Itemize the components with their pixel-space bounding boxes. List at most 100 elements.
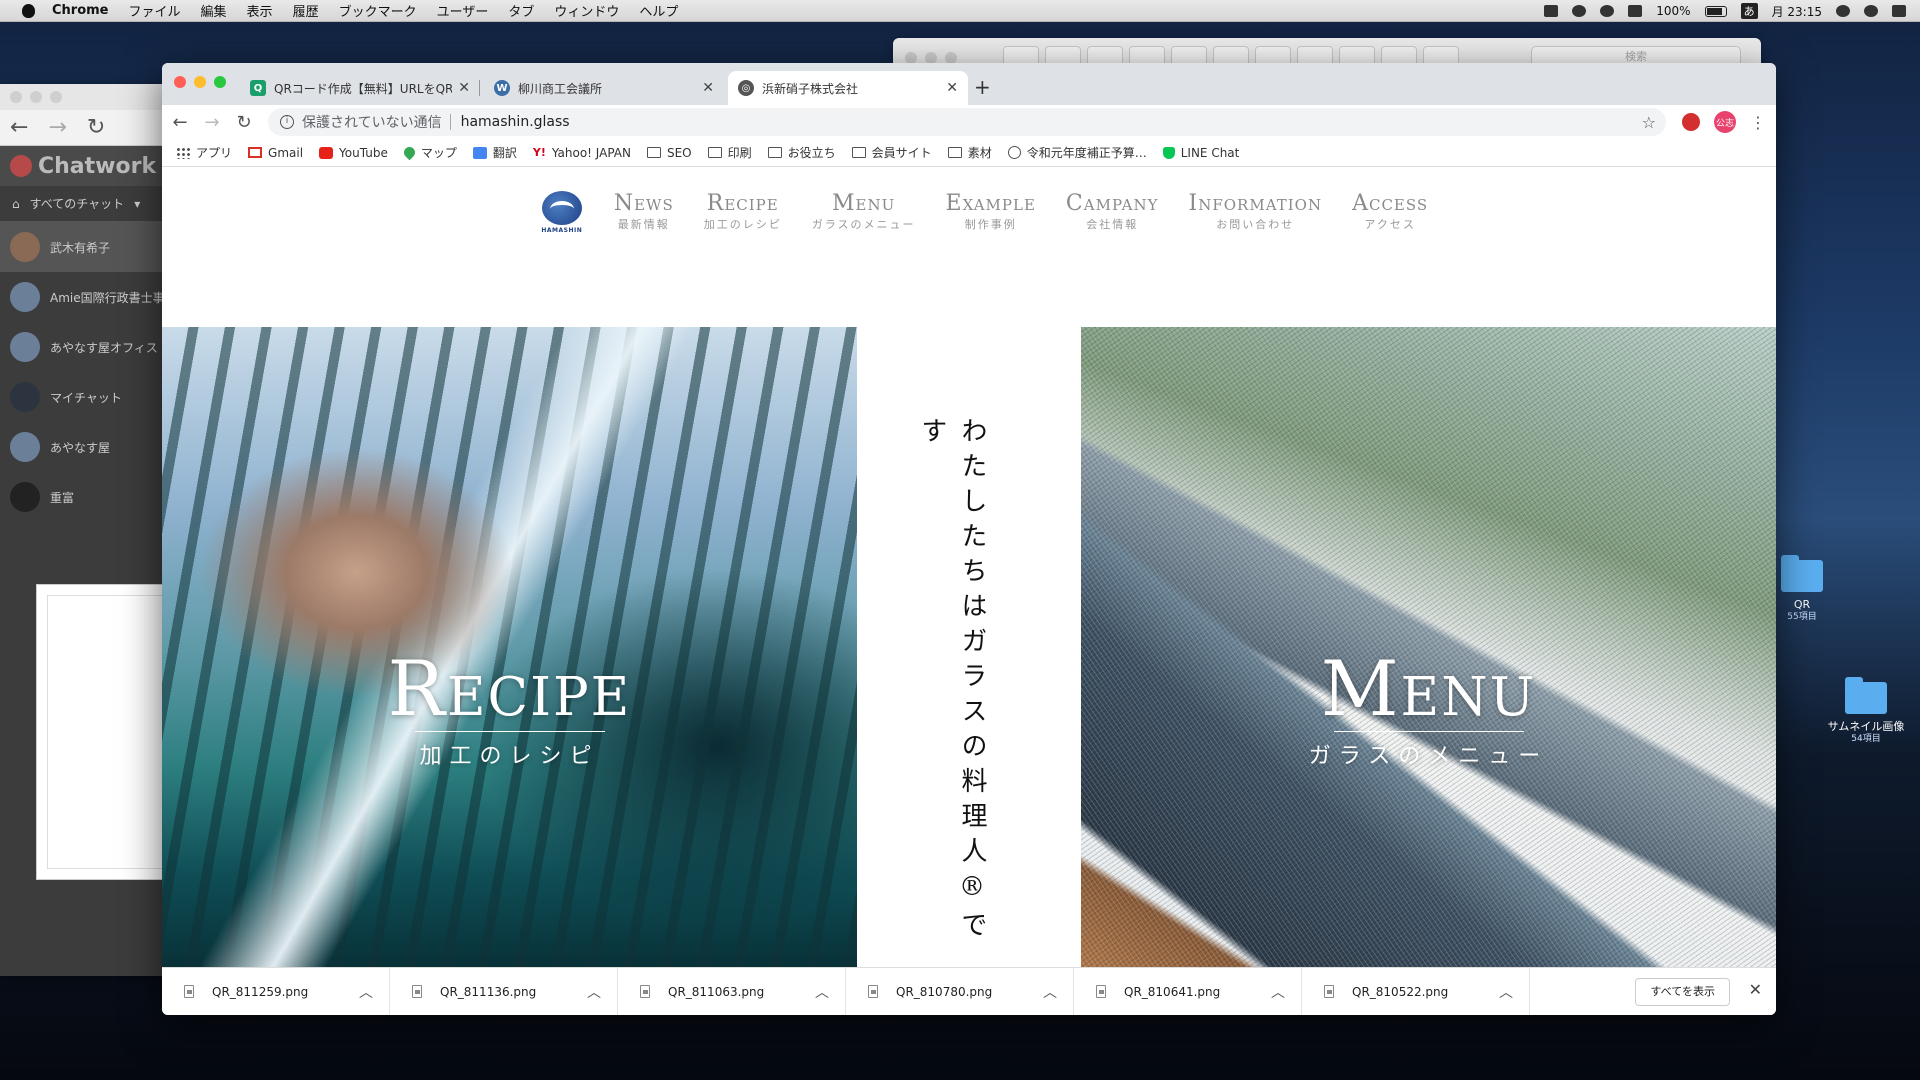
menu-tab[interactable]: タブ [508, 1, 534, 20]
extension-icon[interactable] [1682, 113, 1700, 131]
wifi-icon[interactable] [1628, 5, 1643, 17]
reload-icon[interactable]: ↻ [236, 112, 252, 133]
menu-help[interactable]: ヘルプ [639, 1, 678, 20]
nav-company[interactable]: Campany 会社情報 [1066, 191, 1159, 233]
bookmark-line-chat[interactable]: LINE Chat [1162, 146, 1239, 160]
menu-app-name[interactable]: Chrome [52, 3, 109, 18]
nav-example[interactable]: Example 制作事例 [946, 191, 1036, 233]
bookmark-folder-members[interactable]: 会員サイト [851, 144, 932, 161]
reload-icon[interactable]: ↻ [87, 115, 105, 140]
menu-edit[interactable]: 編集 [201, 1, 227, 20]
tab-close-icon[interactable]: ✕ [946, 80, 958, 96]
menu-view[interactable]: 表示 [247, 1, 273, 20]
desktop-folder-count: 54項目 [1851, 734, 1881, 744]
menu-window[interactable]: ウィンドウ [554, 1, 619, 20]
sync-icon[interactable] [1572, 5, 1587, 17]
tab-hamashin[interactable]: ◎ 浜新硝子株式会社 ✕ [728, 71, 968, 105]
bookmark-budget[interactable]: 令和元年度補正予算… [1007, 144, 1147, 161]
window-close-icon[interactable] [174, 76, 186, 88]
window-close-icon[interactable] [10, 91, 22, 103]
window-zoom-icon[interactable] [50, 91, 62, 103]
security-status[interactable]: 保護されていない通信 [302, 112, 442, 132]
download-item[interactable]: QR_810641.png ︿ [1074, 967, 1302, 1015]
desktop-folder-thumbnails[interactable]: サムネイル画像 54項目 [1821, 677, 1911, 746]
menu-history[interactable]: 履歴 [293, 1, 319, 20]
chevron-up-icon[interactable]: ︿ [815, 982, 829, 1002]
bookmark-yahoo[interactable]: Y! Yahoo! JAPAN [533, 146, 631, 160]
menu-clock[interactable]: 月 23:15 [1772, 3, 1822, 20]
chat-filter-dropdown[interactable]: ⌂ すべてのチャット ▾ [0, 186, 165, 222]
bookmark-folder-seo[interactable]: SEO [646, 146, 692, 160]
address-bar[interactable]: i 保護されていない通信 hamashin.glass ☆ [268, 108, 1666, 136]
menu-file[interactable]: ファイル [129, 1, 181, 20]
download-item[interactable]: QR_811259.png ︿ [162, 967, 390, 1015]
bookmark-apps[interactable]: アプリ [176, 144, 232, 161]
menu-bookmarks[interactable]: ブックマーク [339, 1, 417, 20]
download-item[interactable]: QR_811136.png ︿ [390, 967, 618, 1015]
apple-menu-icon[interactable] [18, 0, 38, 22]
menu-photo-link[interactable]: Menu ガラスのメニュー [1081, 327, 1776, 973]
siri-icon[interactable] [1864, 5, 1878, 17]
url-text[interactable]: hamashin.glass [461, 114, 570, 130]
window-minimize-icon[interactable] [30, 91, 42, 103]
chevron-up-icon[interactable]: ︿ [1499, 982, 1513, 1002]
maps-icon [401, 144, 418, 161]
dropbox-icon[interactable] [1544, 5, 1559, 17]
bookmark-star-icon[interactable]: ☆ [1642, 113, 1656, 132]
notification-center-icon[interactable] [1892, 5, 1906, 17]
chat-room-item[interactable]: Amie国際行政書士事 [0, 272, 165, 322]
chevron-up-icon[interactable]: ︿ [587, 982, 601, 1002]
new-tab-plus-icon[interactable]: + [974, 75, 991, 99]
window-minimize-icon[interactable] [194, 76, 206, 88]
nav-information[interactable]: Information お問い合わせ [1189, 191, 1323, 233]
nav-label-en: Recipe [706, 191, 779, 216]
download-item[interactable]: QR_810522.png ︿ [1302, 967, 1530, 1015]
menu-user[interactable]: ユーザー [437, 1, 489, 20]
back-arrow-icon[interactable]: ← [172, 112, 188, 133]
kebab-menu-icon[interactable]: ⋮ [1750, 113, 1766, 132]
chevron-up-icon[interactable]: ︿ [1271, 982, 1285, 1002]
chevron-up-icon[interactable]: ︿ [1043, 982, 1057, 1002]
bookmark-folder-useful[interactable]: お役立ち [767, 144, 836, 161]
bookmark-folder-materials[interactable]: 素材 [947, 144, 992, 161]
battery-icon[interactable] [1704, 5, 1727, 17]
qr-favicon-icon: Q [250, 80, 266, 96]
recipe-photo-link[interactable]: Recipe 加工のレシピ [162, 327, 857, 973]
tab-qr[interactable]: Q QRコード作成【無料】URLをQR… ✕ [240, 71, 480, 105]
show-all-downloads-button[interactable]: すべてを表示 [1635, 978, 1730, 1006]
site-logo[interactable]: HAMASHIN [540, 183, 584, 241]
forward-arrow-icon[interactable]: → [48, 115, 66, 140]
bookmark-gmail[interactable]: Gmail [248, 146, 303, 160]
bookmark-maps[interactable]: マップ [401, 144, 457, 161]
chat-room-item[interactable]: 重富 [0, 472, 165, 522]
chat-room-item[interactable]: あやなす屋オフィス [0, 322, 165, 372]
close-downloads-icon[interactable]: ✕ [1749, 980, 1762, 999]
bookmark-youtube[interactable]: YouTube [319, 146, 388, 160]
chat-room-item[interactable]: 武木有希子 [0, 222, 165, 272]
chat-room-item[interactable]: マイチャット [0, 372, 165, 422]
nav-menu[interactable]: Menu ガラスのメニュー [812, 191, 916, 233]
info-icon[interactable]: i [280, 115, 294, 129]
nav-recipe[interactable]: Recipe 加工のレシピ [704, 191, 782, 233]
download-item[interactable]: QR_810780.png ︿ [846, 967, 1074, 1015]
forward-arrow-icon[interactable]: → [204, 112, 220, 133]
nav-access[interactable]: Access アクセス [1352, 191, 1428, 233]
bookmark-translate[interactable]: 翻訳 [472, 144, 517, 161]
window-zoom-icon[interactable] [214, 76, 226, 88]
tab-close-icon[interactable]: ✕ [702, 80, 714, 96]
chat-room-item[interactable]: あやなす屋 [0, 422, 165, 472]
spotlight-icon[interactable] [1836, 5, 1850, 17]
tab-yanagawa[interactable]: W 柳川商工会議所 ✕ [484, 71, 724, 105]
avatar [10, 332, 40, 362]
chevron-up-icon[interactable]: ︿ [359, 982, 373, 1002]
profile-avatar[interactable]: 公志 [1714, 111, 1736, 133]
menu-subtitle: ガラスのメニュー [1308, 744, 1549, 769]
download-item[interactable]: QR_811063.png ︿ [618, 967, 846, 1015]
bookmark-folder-print[interactable]: 印刷 [707, 144, 752, 161]
nav-news[interactable]: News 最新情報 [614, 191, 674, 233]
time-machine-icon[interactable] [1600, 5, 1615, 17]
tab-close-icon[interactable]: ✕ [458, 80, 470, 96]
input-method-icon[interactable]: あ [1740, 3, 1758, 19]
status-area: 100% あ 月 23:15 [1544, 0, 1906, 22]
back-arrow-icon[interactable]: ← [10, 115, 28, 140]
